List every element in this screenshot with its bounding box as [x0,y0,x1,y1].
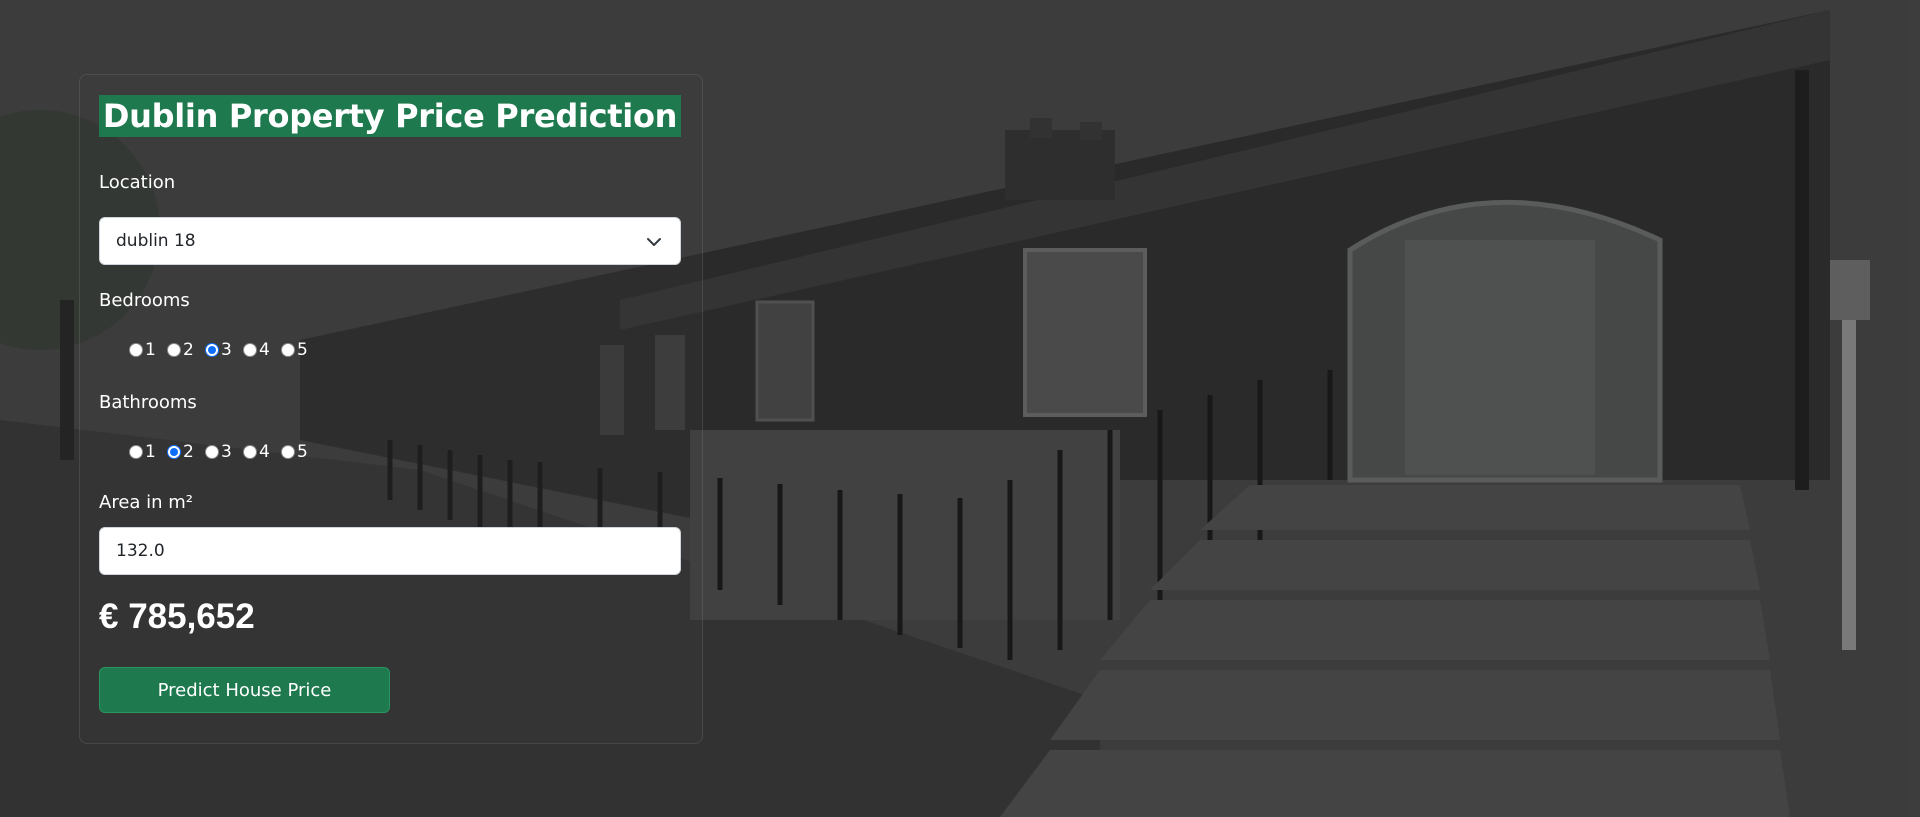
bedrooms-option[interactable]: 5 [281,340,319,360]
radio-button[interactable] [243,445,257,459]
radio-label: 2 [183,340,194,360]
bedrooms-radio-group: 1 2 3 4 5 [129,338,319,362]
bedrooms-option[interactable]: 4 [243,340,281,360]
bedrooms-option[interactable]: 3 [205,340,243,360]
radio-label: 4 [259,340,270,360]
page-title: Dublin Property Price Prediction [102,97,678,135]
title-banner: Dublin Property Price Prediction [99,95,681,137]
predicted-price: € 785,652 [99,597,255,636]
radio-button[interactable] [281,445,295,459]
radio-label: 2 [183,442,194,462]
radio-button[interactable] [281,343,295,357]
location-label: Location [99,172,176,193]
bedrooms-option[interactable]: 2 [167,340,205,360]
radio-button[interactable] [129,445,143,459]
bathrooms-option[interactable]: 4 [243,442,281,462]
location-select-value: dublin 18 [116,231,196,251]
bathrooms-label: Bathrooms [99,392,197,413]
radio-label: 4 [259,442,270,462]
radio-button-selected[interactable] [205,343,219,357]
radio-label: 5 [297,442,308,462]
bathrooms-radio-group: 1 2 3 4 5 [129,440,319,464]
radio-button[interactable] [243,343,257,357]
radio-label: 3 [221,442,232,462]
predict-button[interactable]: Predict House Price [99,667,390,713]
bathrooms-option[interactable]: 3 [205,442,243,462]
bedrooms-label: Bedrooms [99,290,190,311]
bedrooms-option[interactable]: 1 [129,340,167,360]
radio-button[interactable] [167,343,181,357]
area-input[interactable] [99,527,681,575]
bathrooms-option[interactable]: 2 [167,442,205,462]
radio-label: 1 [145,340,156,360]
bathrooms-option[interactable]: 5 [281,442,319,462]
area-label: Area in m² [99,492,194,513]
radio-button-selected[interactable] [167,445,181,459]
radio-label: 3 [221,340,232,360]
radio-label: 5 [297,340,308,360]
location-select[interactable]: dublin 18 [99,217,681,265]
chevron-down-icon [647,238,661,246]
radio-button[interactable] [129,343,143,357]
bathrooms-option[interactable]: 1 [129,442,167,462]
radio-button[interactable] [205,445,219,459]
radio-label: 1 [145,442,156,462]
